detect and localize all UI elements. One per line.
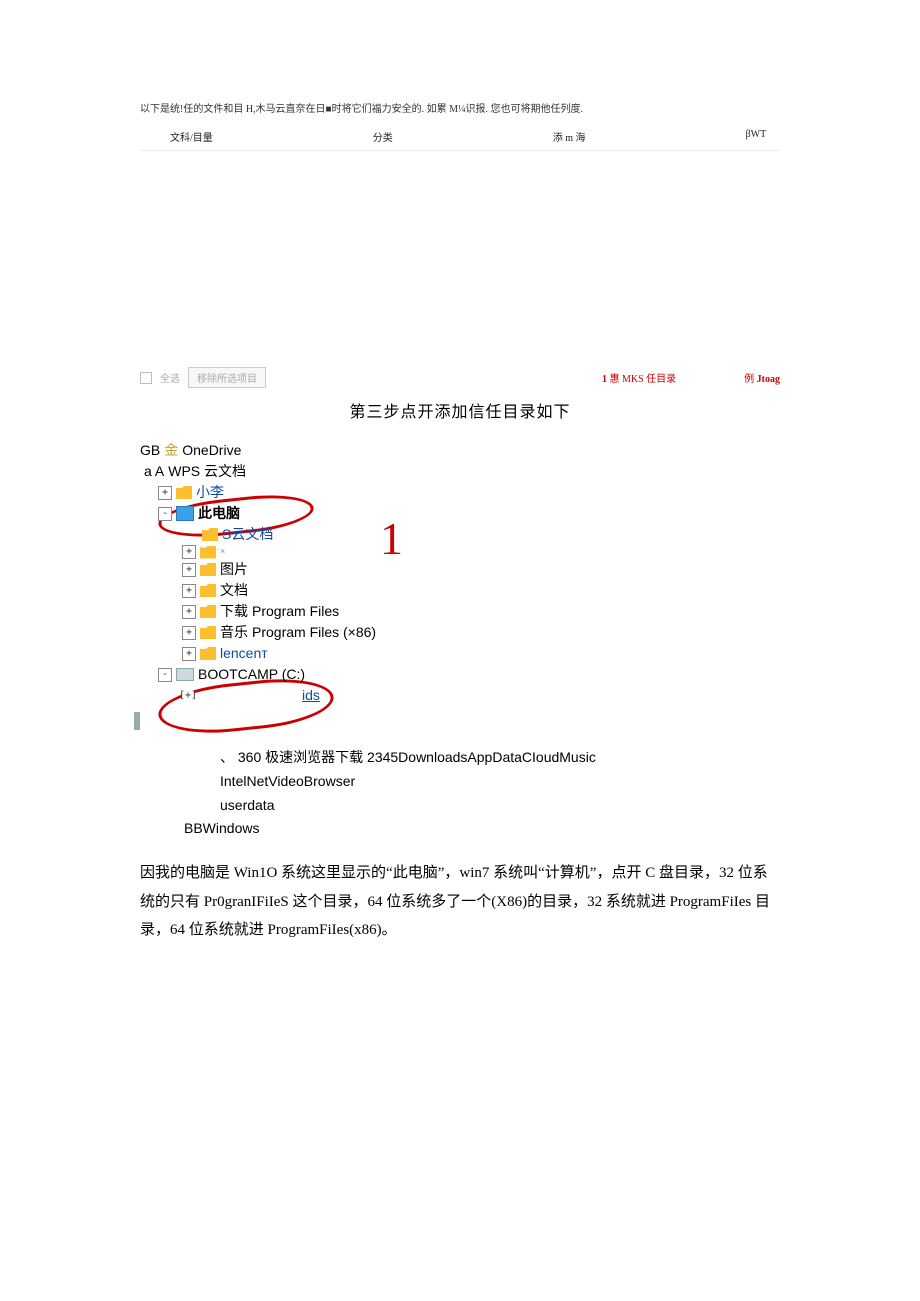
node-onedrive: OneDrive (182, 440, 241, 461)
link2-prefix: 例 (744, 374, 754, 385)
folder-name-list: 、 360 极速浏览器下载 2345DownloadsAppDataCIoudM… (220, 746, 780, 841)
link1-text: 惠 MKS 任目录 (609, 374, 676, 385)
tree-row-blank[interactable]: + × (182, 545, 780, 559)
expand-icon[interactable]: + (182, 584, 196, 598)
col-file: 文科/目量 (170, 129, 213, 144)
expand-icon[interactable]: + (182, 563, 196, 577)
expand-icon[interactable]: + (182, 545, 196, 559)
step3-heading: 第三步点开添加信任目录如下 (140, 398, 780, 422)
tree-row-onedrive[interactable]: GB 金 OneDrive (140, 440, 780, 461)
node-wps: WPS 云文档 (168, 461, 246, 482)
list-line-1: 、 360 极速浏览器下载 2345DownloadsAppDataCIoudM… (220, 746, 780, 770)
tree-row-wps[interactable]: a A WPS 云文档 (144, 461, 780, 482)
node-xiaoli: 小李 (196, 482, 224, 503)
add-trust-dir-link[interactable]: 1 惠 MKS 任目录 (602, 370, 676, 385)
expand-placeholder: [+] (182, 690, 194, 702)
folder-icon (200, 584, 216, 597)
select-all-label: 全选 (160, 370, 180, 385)
node-music: 音乐 (220, 622, 248, 643)
expand-icon[interactable]: + (182, 605, 196, 619)
expand-icon[interactable]: + (182, 647, 196, 661)
list-l1: 360 极速浏览器下载 2345DownloadsAppDataCIoudMus… (238, 749, 596, 765)
link2-text: Jtoag (757, 374, 780, 385)
col-category: 分类 (373, 129, 393, 144)
footer-row: 全选 移除所选项目 1 惠 MKS 任目录 例 Jtoag (140, 367, 780, 388)
folder-icon (176, 486, 192, 499)
resize-handle[interactable] (134, 712, 140, 730)
tree-row-xiaoli[interactable]: + 小李 (158, 482, 780, 503)
tree-row-music[interactable]: + 音乐 Program Files (×86) (182, 622, 780, 643)
drive-icon (176, 668, 194, 681)
jtoag-link[interactable]: 例 Jtoag (744, 370, 780, 385)
column-headers: 文科/目量 分类 添 m 海 βWT (170, 129, 780, 144)
node-a: a A (144, 461, 164, 482)
expand-icon[interactable]: + (158, 486, 172, 500)
node-pf86: Program Files (×86) (252, 622, 376, 643)
select-all-checkbox[interactable] (140, 372, 152, 384)
tree-row-ids[interactable]: [+] ids (182, 685, 780, 706)
tree-row-wps-sub[interactable]: S云文档 (202, 524, 780, 545)
expand-icon[interactable]: + (182, 626, 196, 640)
tree-row-tencent[interactable]: + lencenт (182, 643, 780, 664)
list-l1-prefix: 、 (220, 749, 234, 765)
remove-selected-button[interactable]: 移除所选项目 (188, 367, 266, 388)
folder-icon (200, 626, 216, 639)
tree-row-pictures[interactable]: + 图片 (182, 559, 780, 580)
list-line-4: BBWindows (184, 817, 780, 841)
tree-row-bootcamp[interactable]: - BOOTCAMP (C:) (158, 664, 780, 685)
node-blank: × (220, 545, 225, 559)
collapse-icon[interactable]: - (158, 668, 172, 682)
node-this-pc: 此电脑 (198, 503, 240, 524)
col-add: 添 m 海 (553, 129, 586, 144)
list-line-3: userdata (220, 794, 780, 818)
folder-icon (200, 563, 216, 576)
explanation-paragraph: 因我的电脑是 Win1O 系统这里显示的“此电脑”，win7 系统叫“计算机”，… (140, 859, 780, 945)
cloud-icon: 金 (164, 440, 178, 461)
trust-list-table (140, 150, 780, 361)
col-bwt: βWT (746, 129, 767, 144)
node-documents: 文档 (220, 580, 248, 601)
node-pf: Program Files (252, 601, 339, 622)
node-tencent: lencenт (220, 643, 268, 664)
folder-icon (200, 605, 216, 618)
computer-icon (176, 506, 194, 521)
link1-prefix: 1 (602, 374, 607, 385)
node-wps-sub: S云文档 (222, 524, 273, 545)
folder-tree: 1 GB 金 OneDrive a A WPS 云文档 + 小李 - 此电脑 (140, 440, 780, 716)
folder-icon (202, 528, 218, 541)
node-bootcamp: BOOTCAMP (C:) (198, 664, 305, 685)
folder-icon (200, 546, 216, 559)
top-note: 以下是统!任的文件和目 H,木马云直奈在日■时将它们福力安全的. 如累 M¼识报… (140, 100, 780, 115)
list-line-2: IntelNetVideoBrowser (220, 770, 780, 794)
node-ids: ids (302, 685, 320, 706)
tree-row-documents[interactable]: + 文档 (182, 580, 780, 601)
folder-icon (200, 647, 216, 660)
collapse-icon[interactable]: - (158, 507, 172, 521)
node-gb: GB (140, 440, 160, 461)
node-pictures: 图片 (220, 559, 248, 580)
node-downloads: 下载 (220, 601, 248, 622)
tree-row-downloads[interactable]: + 下载 Program Files (182, 601, 780, 622)
tree-row-this-pc[interactable]: - 此电脑 (158, 503, 780, 524)
